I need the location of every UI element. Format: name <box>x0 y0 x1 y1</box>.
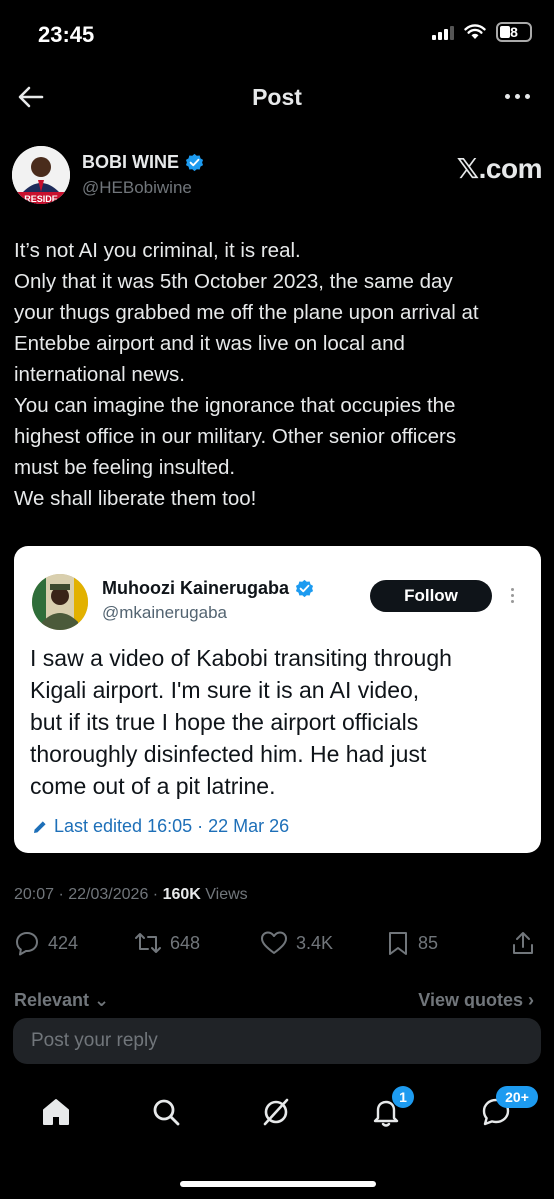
status-time: 23:45 <box>38 22 95 47</box>
bookmark-icon <box>389 932 407 955</box>
view-quotes-link[interactable]: View quotes › <box>418 990 534 1008</box>
signal-icon <box>432 24 454 40</box>
sort-relevant-button[interactable]: Relevant ⌄ <box>14 990 109 1008</box>
share-button[interactable] <box>510 930 536 956</box>
reply-count: 424 <box>48 932 79 953</box>
quoted-line: I saw a video of Kabobi transiting throu… <box>30 645 452 671</box>
views-label: Views <box>200 886 248 903</box>
post-line: You can imagine the ignorance that occup… <box>14 394 456 417</box>
status-bar: 23:45 8 <box>0 0 554 68</box>
author-handle[interactable]: @HEBobiwine <box>82 178 192 198</box>
last-edited-link[interactable]: Last edited 16:05 · 22 Mar 26 <box>32 816 289 837</box>
quoted-author-handle[interactable]: @mkainerugaba <box>102 603 227 623</box>
views-count: 160K <box>162 886 201 903</box>
post-line: highest office in our military. Other se… <box>14 425 457 448</box>
avatar[interactable]: RESIDE <box>12 146 70 204</box>
x-com-watermark: 𝕏.com <box>456 153 543 184</box>
like-button[interactable]: 3.4K <box>260 930 333 956</box>
post-line: We shall liberate them too! <box>14 487 257 510</box>
home-icon <box>43 1099 69 1125</box>
bookmark-button[interactable]: 85 <box>386 930 438 956</box>
post-author: RESIDE BOBI WINE @HEBobiwine 𝕏.com <box>12 144 543 208</box>
post-header: Post <box>0 70 554 126</box>
quoted-line: thoroughly disinfected him. He had just <box>30 741 427 767</box>
repost-count: 648 <box>170 932 201 953</box>
page-title: Post <box>252 84 302 110</box>
post-line: Entebbe airport and it was live on local… <box>14 332 405 355</box>
quoted-more-icon[interactable] <box>511 588 514 603</box>
post-meta: 20:07 · 22/03/2026 · 160K Views <box>14 886 248 904</box>
follow-button[interactable]: Follow <box>370 580 492 612</box>
reply-bar <box>13 1018 541 1064</box>
notifications-badge: 1 <box>392 1086 414 1108</box>
share-icon <box>513 932 533 954</box>
status-icons: 8 <box>432 22 532 42</box>
tab-home[interactable] <box>36 1092 76 1132</box>
replies-sort-row: Relevant ⌄ View quotes › <box>14 988 540 1008</box>
bookmark-count: 85 <box>418 932 439 953</box>
quoted-post-body: I saw a video of Kabobi transiting throu… <box>30 642 530 802</box>
post-line: It’s not AI you criminal, it is real. <box>14 239 301 262</box>
post-line: international news. <box>14 363 185 386</box>
tab-notifications[interactable]: 1 <box>366 1086 414 1132</box>
tab-messages[interactable]: 20+ <box>476 1086 538 1132</box>
author-name[interactable]: BOBI WINE <box>82 152 179 173</box>
last-edited-text: Last edited 16:05 · 22 Mar 26 <box>54 816 290 836</box>
search-icon <box>153 1099 180 1126</box>
avatar-text: RESIDE <box>24 194 58 204</box>
pencil-icon <box>34 820 46 833</box>
reply-button[interactable]: 424 <box>14 930 78 956</box>
post-line: must be feeling insulted. <box>14 456 236 479</box>
messages-badge: 20+ <box>496 1086 538 1108</box>
bottom-tab-bar: 1 20+ <box>0 1084 554 1144</box>
quoted-avatar[interactable] <box>32 574 88 630</box>
battery-icon: 8 <box>496 22 532 42</box>
quoted-line: but if its true I hope the airport offic… <box>30 709 419 735</box>
repost-icon <box>135 933 161 953</box>
battery-level: 8 <box>510 24 518 40</box>
post-line: Only that it was 5th October 2023, the s… <box>14 270 453 293</box>
more-options-icon[interactable] <box>505 94 530 99</box>
grok-icon <box>263 1098 289 1126</box>
post-line: your thugs grabbed me off the plane upon… <box>14 301 479 324</box>
verified-badge-icon <box>185 153 204 172</box>
wifi-icon <box>464 24 486 39</box>
post-actions: 424 648 3.4K 85 <box>14 930 540 960</box>
heart-icon <box>261 931 287 954</box>
reply-input[interactable] <box>31 1018 521 1064</box>
post-body: It’s not AI you criminal, it is real. On… <box>14 235 539 514</box>
reply-icon <box>16 932 38 956</box>
verified-badge-icon <box>295 579 314 598</box>
like-count: 3.4K <box>296 932 334 953</box>
quoted-line: Kigali airport. I'm sure it is an AI vid… <box>30 677 420 703</box>
quoted-line: come out of a pit latrine. <box>30 773 276 799</box>
quoted-post-card[interactable]: Muhoozi Kainerugaba @mkainerugaba Follow… <box>14 546 541 853</box>
tab-grok[interactable] <box>256 1092 296 1132</box>
post-datetime: 20:07 · 22/03/2026 · <box>14 886 163 903</box>
repost-button[interactable]: 648 <box>134 930 200 956</box>
home-indicator <box>180 1181 376 1187</box>
tab-search[interactable] <box>146 1092 186 1132</box>
quoted-author-name[interactable]: Muhoozi Kainerugaba <box>102 578 289 599</box>
